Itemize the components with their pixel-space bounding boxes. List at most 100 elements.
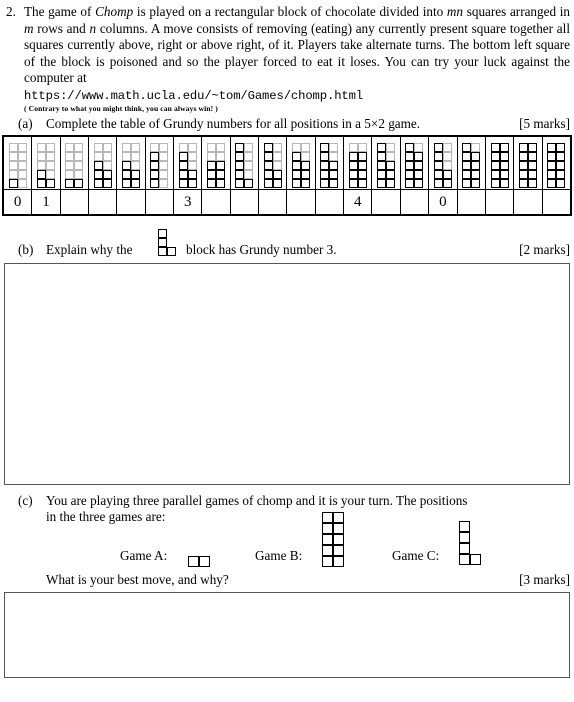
chocolate-block <box>320 143 339 188</box>
block-cell-filled <box>414 152 424 161</box>
stem-text-4: rows and <box>33 20 90 36</box>
grundy-shape-cell <box>286 136 316 190</box>
game-c-label: Game C: <box>392 548 440 563</box>
chocolate-block <box>158 229 176 256</box>
block-cell-empty <box>348 143 358 152</box>
grundy-value-cell[interactable]: 4 <box>343 189 373 215</box>
block-cell-empty <box>187 161 197 170</box>
grundy-value-cell[interactable] <box>144 189 175 215</box>
block-cell-filled <box>37 170 47 179</box>
grundy-shape-cell <box>343 136 373 190</box>
grundy-value-cell[interactable] <box>258 189 288 215</box>
grundy-value-cell[interactable] <box>456 189 486 215</box>
block-cell-filled <box>527 170 537 179</box>
block-cell-empty <box>74 143 84 152</box>
grundy-value-cell[interactable] <box>201 189 231 215</box>
grundy-value-cell[interactable] <box>541 189 572 215</box>
block-cell-filled <box>235 152 245 161</box>
block-cell-filled <box>320 161 330 170</box>
block-cell-empty <box>102 152 112 161</box>
block-cell-filled <box>386 161 396 170</box>
block-cell-filled <box>244 179 254 188</box>
block-cell-filled <box>131 170 141 179</box>
grundy-value-cell[interactable]: 0 <box>2 189 33 215</box>
block-cell-empty <box>244 143 254 152</box>
block-cell-empty <box>37 152 47 161</box>
grundy-shape-row <box>2 136 572 190</box>
block-cell-filled <box>459 532 470 543</box>
block-cell-filled <box>442 179 452 188</box>
grundy-value-cell[interactable]: 0 <box>428 189 458 215</box>
block-cell-filled <box>292 179 302 188</box>
block-cell-filled <box>556 179 566 188</box>
block-cell-filled <box>102 170 112 179</box>
block-cell-filled <box>322 534 333 545</box>
block-cell-empty <box>8 161 18 170</box>
grundy-shape-cell <box>484 136 515 190</box>
block-cell-filled <box>167 247 176 256</box>
part-c-line2: in the three games are: <box>46 509 166 524</box>
block-cell-empty <box>46 170 56 179</box>
grundy-value-cell[interactable] <box>59 189 90 215</box>
block-cell-filled <box>518 161 528 170</box>
chomp-url[interactable]: https://www.math.ucla.edu/~tom/Games/cho… <box>24 88 570 105</box>
grundy-value-cell[interactable] <box>286 189 316 215</box>
block-cell-empty <box>272 143 282 152</box>
chocolate-block <box>8 143 27 188</box>
chocolate-block <box>490 143 509 188</box>
block-cell-filled <box>490 170 500 179</box>
grundy-shape-cell <box>173 136 203 190</box>
block-cell-filled <box>414 161 424 170</box>
grundy-shape-cell <box>541 136 572 190</box>
block-cell-empty <box>442 152 452 161</box>
grundy-value-cell[interactable] <box>399 189 430 215</box>
block-cell-empty <box>272 152 282 161</box>
grundy-value-cell[interactable] <box>88 189 118 215</box>
block-cell-filled <box>102 179 112 188</box>
grundy-value-cell[interactable] <box>229 189 260 215</box>
game-c-shape <box>459 521 481 565</box>
grundy-table: 01340 <box>2 135 572 216</box>
block-cell-empty <box>159 143 169 152</box>
block-cell-filled <box>527 179 537 188</box>
block-cell-filled <box>556 170 566 179</box>
game-a-shape <box>188 549 210 567</box>
chocolate-block <box>348 143 367 188</box>
block-cell-empty <box>159 179 169 188</box>
chocolate-block <box>235 143 254 188</box>
block-cell-empty <box>74 152 84 161</box>
block-cell-filled <box>471 161 481 170</box>
chocolate-block <box>122 143 141 188</box>
grundy-shape-cell <box>31 136 61 190</box>
block-cell-filled <box>357 161 367 170</box>
game-a-label: Game A: <box>120 548 168 563</box>
block-cell-filled <box>499 161 509 170</box>
block-cell-filled <box>263 161 273 170</box>
block-cell-filled <box>386 170 396 179</box>
block-cell-filled <box>377 143 387 152</box>
block-cell-filled <box>433 143 443 152</box>
grundy-value-cell[interactable]: 3 <box>173 189 203 215</box>
block-cell-empty <box>122 143 132 152</box>
block-cell-filled <box>272 170 282 179</box>
block-cell-filled <box>348 152 358 161</box>
part-c-answer-box[interactable] <box>4 592 570 678</box>
grundy-value-cell[interactable] <box>513 189 543 215</box>
block-cell-empty <box>159 170 169 179</box>
block-cell-filled <box>518 170 528 179</box>
block-cell-filled <box>405 179 415 188</box>
grundy-value-cell[interactable] <box>116 189 146 215</box>
block-cell-empty <box>471 143 481 152</box>
grundy-value-cell[interactable]: 1 <box>31 189 61 215</box>
grundy-value-cell[interactable] <box>371 189 401 215</box>
chocolate-block <box>93 143 112 188</box>
grundy-value-cell[interactable] <box>314 189 345 215</box>
block-cell-filled <box>462 179 472 188</box>
block-cell-filled <box>322 545 333 556</box>
grundy-value-cell[interactable] <box>484 189 515 215</box>
block-cell-empty <box>8 152 18 161</box>
part-b-answer-box[interactable] <box>4 263 570 485</box>
part-a-marks: [5 marks] <box>519 116 570 131</box>
block-cell-filled <box>518 179 528 188</box>
block-cell-filled <box>37 179 47 188</box>
